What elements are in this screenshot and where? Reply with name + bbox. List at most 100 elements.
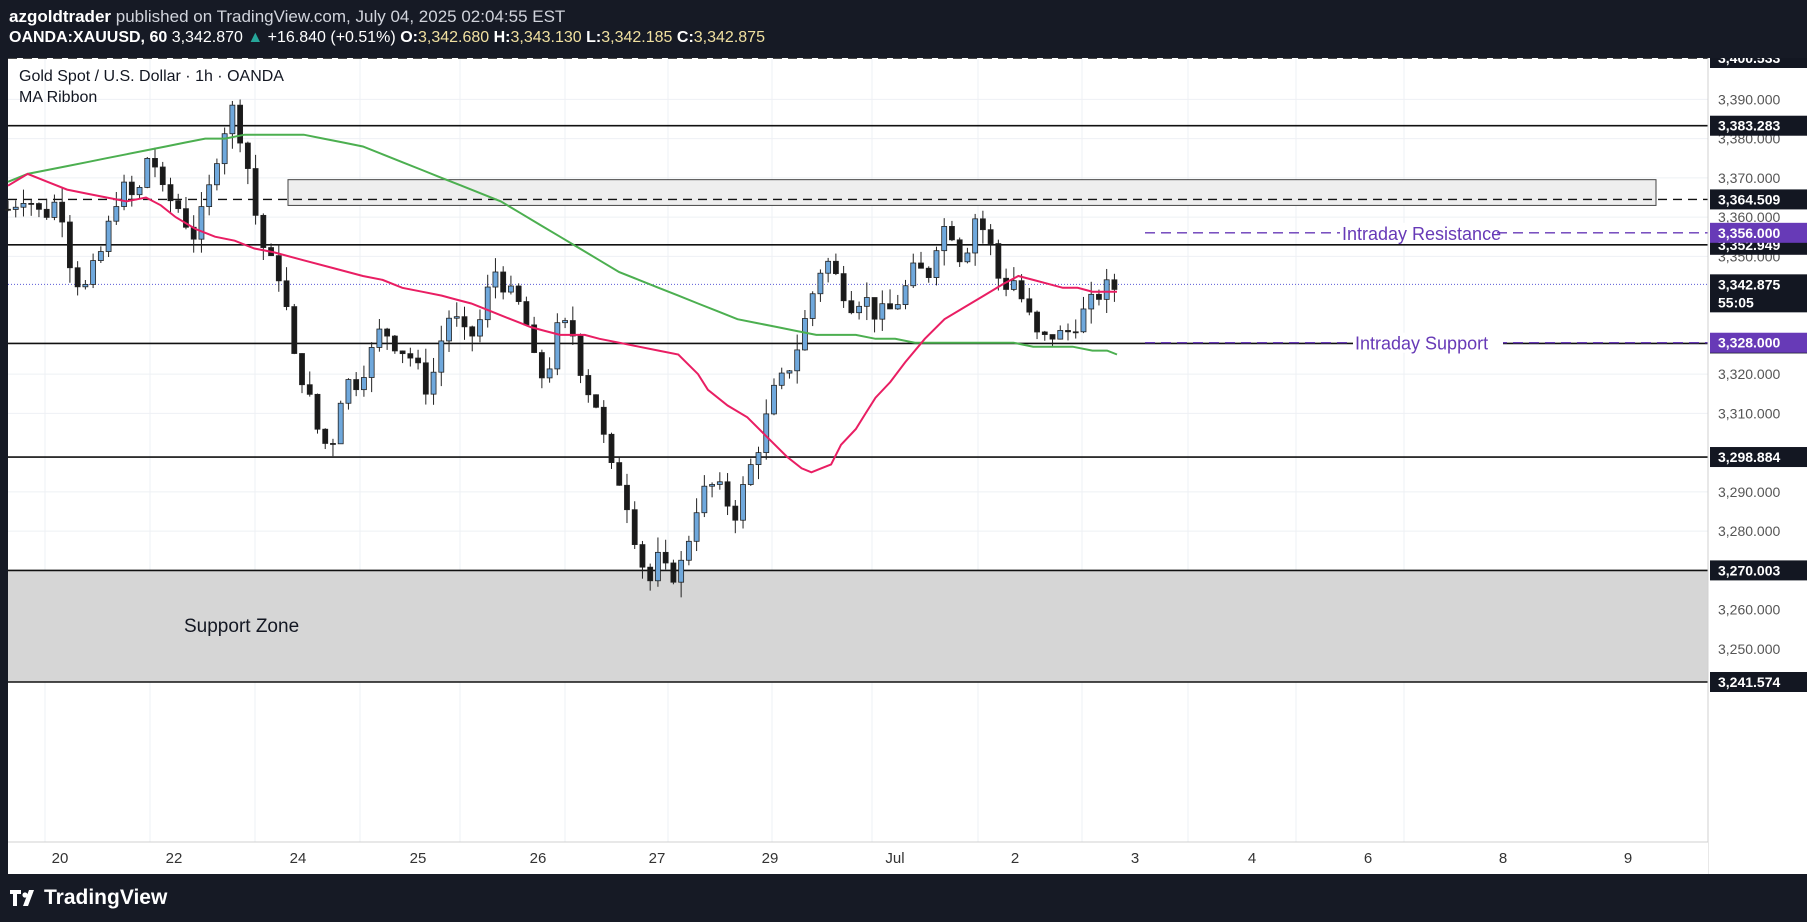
low-value: 3,342.185 <box>601 29 673 46</box>
time-axis[interactable] <box>8 842 1708 874</box>
candle-down <box>840 273 847 302</box>
candle-up <box>1103 279 1110 300</box>
candle-down <box>1041 331 1048 335</box>
time-tick-label: 8 <box>1499 850 1507 867</box>
candle-up <box>972 218 979 254</box>
price-tick-label: 3,290.000 <box>1718 484 1780 500</box>
annotation-tag: 3,356.000 <box>1718 225 1780 241</box>
time-tick-label: 2 <box>1011 850 1019 867</box>
chart-legend: Gold Spot / U.S. Dollar · 1h · OANDA MA … <box>19 66 284 108</box>
current-price-tag: 3,342.875 <box>1718 276 1780 292</box>
candle-up <box>82 284 89 288</box>
candle-up <box>716 481 723 485</box>
time-tick-label: 25 <box>410 850 427 867</box>
candle-down <box>647 566 654 582</box>
tradingview-logo[interactable]: TradingView <box>10 886 167 910</box>
candle-down <box>1026 298 1033 313</box>
candle-up <box>701 485 708 514</box>
time-tick-label: Jul <box>885 850 904 867</box>
published-text: published on TradingView.com, July 04, 2… <box>115 7 566 26</box>
candle-up <box>825 260 832 274</box>
last-price: 3,342.870 <box>171 29 243 46</box>
candle-up <box>105 220 112 252</box>
close-value: 3,342.875 <box>693 29 765 46</box>
candle-down <box>36 203 42 210</box>
price-tick-label: 3,250.000 <box>1718 641 1780 657</box>
candle-up <box>113 206 120 222</box>
candle-down <box>399 350 406 355</box>
high-label: H: <box>493 29 511 46</box>
change-arrow-icon: ▲ <box>247 29 264 46</box>
candle-up <box>1010 280 1017 290</box>
candle-up <box>693 512 700 542</box>
candle-down <box>871 297 878 320</box>
candle-up <box>1057 330 1064 340</box>
publish-line: azgoldtrader published on TradingView.co… <box>9 7 565 27</box>
candle-down <box>322 428 329 444</box>
candle-down <box>538 352 545 379</box>
candle-down <box>415 357 421 364</box>
candle-down <box>1096 293 1102 300</box>
candle-up <box>809 293 816 319</box>
candle-up <box>554 322 561 370</box>
candle-down <box>569 320 576 337</box>
candle-up <box>655 551 661 582</box>
price-tick-label: 3,370.000 <box>1718 170 1780 186</box>
candle-up <box>453 316 460 319</box>
candle-down <box>624 484 630 511</box>
candle-down <box>422 362 429 395</box>
candle-down <box>1034 311 1040 333</box>
candle-up <box>198 206 205 240</box>
candle-down <box>461 316 468 328</box>
candle-up <box>121 181 127 207</box>
legend-title[interactable]: Gold Spot / U.S. Dollar · 1h · OANDA <box>19 66 284 87</box>
candle-up <box>933 250 940 278</box>
candle-down <box>74 267 81 288</box>
candle-up <box>337 402 344 445</box>
price-tick-label: 3,310.000 <box>1718 405 1780 421</box>
level-tag: 3,270.003 <box>1718 562 1780 578</box>
author-name[interactable]: azgoldtrader <box>9 7 111 26</box>
candle-down <box>1049 334 1056 340</box>
candle-down <box>949 226 955 241</box>
candle-down <box>299 353 305 386</box>
level-tag: 3,241.574 <box>1718 674 1780 690</box>
candle-down <box>469 326 476 337</box>
time-tick-label: 6 <box>1364 850 1372 867</box>
time-tick-label: 20 <box>52 850 69 867</box>
level-tag: 3,400.533 <box>1718 58 1780 66</box>
candle-down <box>128 181 135 196</box>
resistance-box <box>287 179 1657 206</box>
candle-up <box>1088 293 1095 310</box>
candle-up <box>1080 308 1087 333</box>
candle-up <box>97 251 104 261</box>
candle-down <box>1018 280 1025 300</box>
time-tick-label: 22 <box>166 850 183 867</box>
price-tick-label: 3,390.000 <box>1718 91 1780 107</box>
candle-down <box>577 335 584 376</box>
candle-down <box>384 328 391 337</box>
candle-up <box>879 303 886 320</box>
price-chart[interactable]: Support Zone Intraday Resistance Intraday… <box>0 58 1807 874</box>
candle-up <box>484 286 491 321</box>
low-label: L: <box>586 29 602 46</box>
candle-up <box>345 379 352 404</box>
candle-up <box>430 371 437 395</box>
footer: TradingView <box>0 874 1807 922</box>
candle-up <box>206 184 213 208</box>
legend-indicator[interactable]: MA Ribbon <box>19 87 284 108</box>
time-tick-label: 24 <box>290 850 307 867</box>
candle-down <box>995 243 1002 279</box>
candle-up <box>802 318 808 351</box>
candle-up <box>229 104 236 135</box>
candle-up <box>446 317 452 342</box>
candle-down <box>407 353 414 359</box>
candle-up <box>90 260 97 285</box>
symbol-label[interactable]: OANDA:XAUUSD, 60 <box>9 29 167 46</box>
candle-down <box>353 379 360 391</box>
price-tick-label: 3,360.000 <box>1718 209 1780 225</box>
candle-down <box>616 462 623 486</box>
candle-down <box>918 262 924 269</box>
candle-up <box>685 540 692 561</box>
candle-up <box>902 285 909 305</box>
